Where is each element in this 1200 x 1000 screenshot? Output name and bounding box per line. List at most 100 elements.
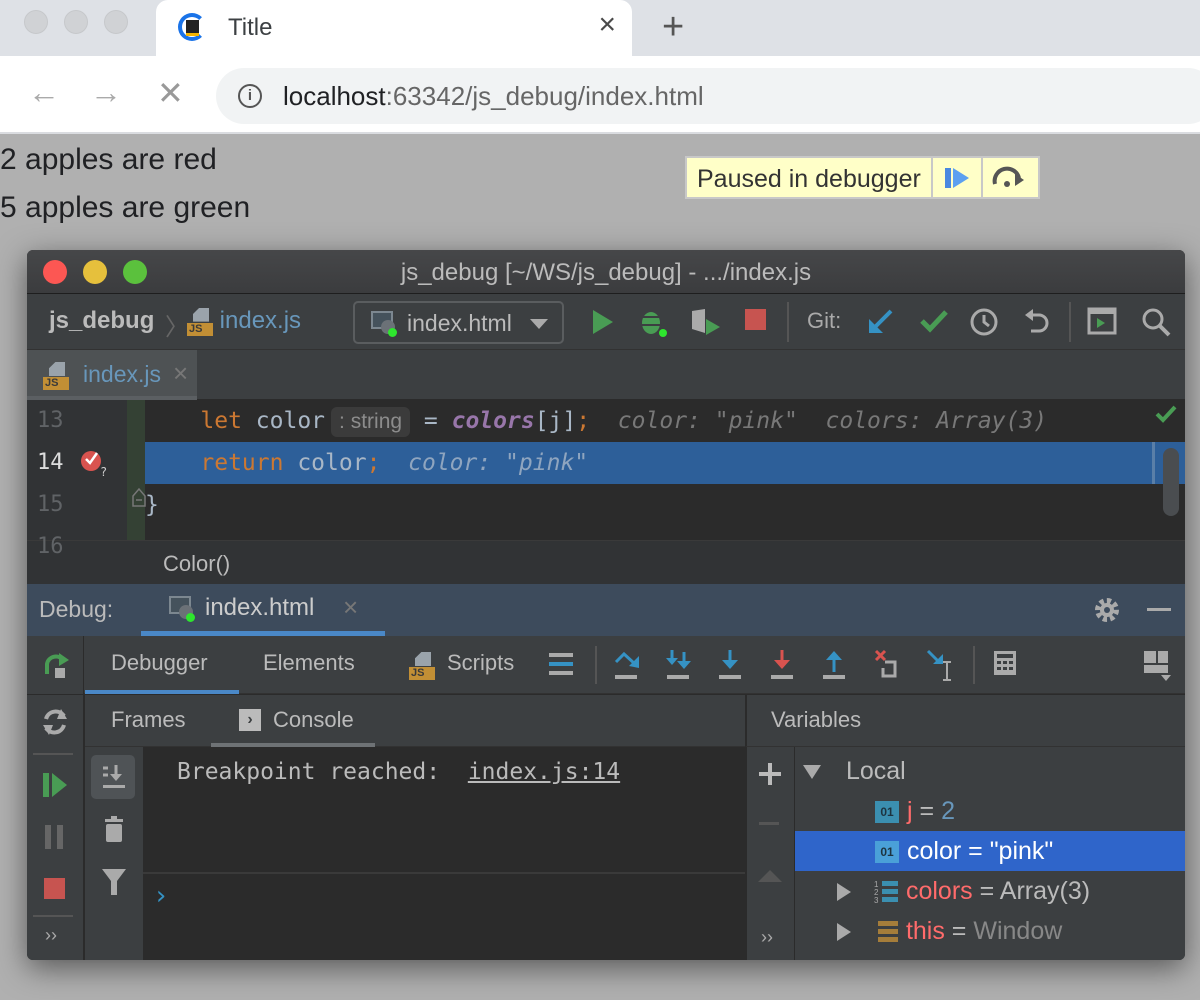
- restore-layout-icon[interactable]: [1143, 650, 1171, 682]
- step-over-icon[interactable]: [613, 648, 641, 682]
- variable-row[interactable]: this = Window: [795, 911, 1185, 951]
- stop-icon[interactable]: [745, 307, 767, 333]
- tab-scripts[interactable]: JS Scripts: [407, 636, 537, 694]
- editor-tab-close-icon[interactable]: ×: [173, 358, 188, 389]
- clear-all-trash-icon[interactable]: [103, 815, 125, 843]
- code-line[interactable]: 16: [37, 526, 1185, 568]
- more-actions-icon[interactable]: ››: [45, 925, 57, 946]
- resume-button[interactable]: [933, 158, 983, 197]
- code-line[interactable]: 15}: [37, 484, 1185, 526]
- run-to-cursor-icon[interactable]: [925, 648, 957, 682]
- breakpoint-icon[interactable]: ?: [79, 448, 109, 478]
- console-source-link[interactable]: index.js:14: [468, 759, 620, 785]
- tab-frames-label: Frames: [111, 707, 186, 732]
- console-icon: ›: [239, 709, 261, 731]
- git-commit-icon[interactable]: [919, 307, 949, 335]
- breadcrumb-file[interactable]: JS index.js: [187, 307, 301, 336]
- tab-debugger-label: Debugger: [111, 650, 208, 675]
- tab-close-icon[interactable]: ×: [598, 8, 616, 42]
- gear-icon[interactable]: [1093, 596, 1121, 624]
- editor-scrollbar[interactable]: [1163, 448, 1179, 516]
- code-editor[interactable]: 13 let color: string = colors[j]; color:…: [27, 400, 1185, 559]
- tab-elements[interactable]: Elements: [239, 636, 375, 694]
- stop-loading-button[interactable]: ✕: [157, 74, 184, 112]
- terminal-icon[interactable]: [1087, 307, 1117, 335]
- variable-row[interactable]: 01 j = 2: [795, 791, 1185, 831]
- code-line-execution-point[interactable]: 14 return color; color: "pink": [37, 442, 1185, 484]
- show-execution-point-icon[interactable]: [549, 652, 575, 676]
- js-file-icon: JS: [409, 652, 435, 680]
- line-number: 15: [37, 492, 64, 517]
- window-close-button[interactable]: [24, 10, 48, 34]
- filter-icon[interactable]: [101, 867, 127, 897]
- variable-row[interactable]: 1 2 3 colors = Array(3): [795, 871, 1185, 911]
- drop-frame-icon[interactable]: [873, 648, 903, 682]
- breadcrumb-project[interactable]: js_debug: [49, 307, 154, 335]
- variables-title: Variables: [771, 707, 862, 732]
- step-into-icon[interactable]: [665, 648, 693, 682]
- resume-program-icon[interactable]: [41, 771, 69, 799]
- scroll-to-end-button[interactable]: [91, 755, 135, 799]
- site-info-icon[interactable]: i: [238, 84, 262, 108]
- force-step-into-icon[interactable]: [769, 648, 797, 682]
- pause-program-icon[interactable]: [43, 823, 67, 851]
- browser-toolbar: ← → ✕ i localhost:63342/js_debug/index.h…: [0, 56, 1200, 134]
- scroll-to-end-icon: [103, 765, 125, 788]
- address-bar[interactable]: i localhost:63342/js_debug/index.html: [216, 68, 1200, 124]
- search-icon[interactable]: [1141, 307, 1171, 337]
- debugger-toolbar: Debugger Elements JS Scripts: [27, 636, 1185, 694]
- toolbar-separator: [33, 915, 73, 917]
- git-update-icon[interactable]: [867, 307, 895, 335]
- code-line[interactable]: 13 let color: string = colors[j]; color:…: [37, 400, 1185, 442]
- inspection-ok-icon[interactable]: [1155, 404, 1177, 424]
- run-configuration-select[interactable]: index.html: [353, 301, 564, 344]
- debug-bug-icon[interactable]: [637, 307, 669, 339]
- restart-icon[interactable]: [41, 707, 69, 737]
- console-output[interactable]: Breakpoint reached: index.js:14 ›: [143, 747, 745, 960]
- git-history-icon[interactable]: [969, 307, 999, 337]
- ide-window: js_debug [~/WS/js_debug] - .../index.js …: [27, 250, 1185, 960]
- variables-tree[interactable]: Local 01 j = 2 01 color = "pink" 1 2 3 colors…: [795, 747, 1185, 960]
- evaluate-expression-icon[interactable]: [993, 650, 1019, 678]
- minimize-icon[interactable]: [1147, 608, 1171, 611]
- variable-row-selected[interactable]: 01 color = "pink": [795, 831, 1185, 871]
- variables-scope-local[interactable]: Local: [795, 751, 1185, 791]
- debug-session-label: index.html: [205, 594, 315, 621]
- expand-triangle-icon[interactable]: [803, 765, 821, 780]
- forward-button[interactable]: →: [90, 74, 122, 111]
- back-button[interactable]: ←: [28, 74, 60, 111]
- git-rollback-icon[interactable]: [1023, 307, 1051, 337]
- add-watch-icon[interactable]: [759, 763, 781, 785]
- move-up-icon[interactable]: [757, 869, 783, 883]
- remove-watch-icon[interactable]: [759, 822, 779, 825]
- run-icon[interactable]: [589, 307, 615, 337]
- tab-debugger[interactable]: Debugger: [85, 636, 239, 694]
- url-text[interactable]: localhost:63342/js_debug/index.html: [283, 81, 704, 112]
- step-into-my-code-icon[interactable]: [717, 648, 745, 682]
- step-over-button[interactable]: [983, 158, 1033, 197]
- tab-console[interactable]: › Console: [211, 695, 375, 747]
- editor-tab-index-js[interactable]: JS index.js ×: [27, 350, 197, 400]
- expand-triangle-icon[interactable]: [837, 883, 851, 902]
- expand-triangle-icon[interactable]: [837, 923, 851, 942]
- tab-frames[interactable]: Frames: [85, 695, 211, 747]
- console-message: Breakpoint reached: index.js:14: [177, 759, 620, 785]
- run-with-coverage-icon[interactable]: [689, 307, 723, 339]
- tab-scripts-label: Scripts: [447, 650, 515, 675]
- stop-icon[interactable]: [43, 877, 67, 901]
- debug-session-tab[interactable]: index.html ×: [141, 584, 385, 636]
- fold-marker-icon[interactable]: [131, 486, 147, 510]
- code-identifier: color: [241, 408, 326, 434]
- scroll-marker: [1152, 442, 1155, 484]
- ide-window-title: js_debug [~/WS/js_debug] - .../index.js: [400, 259, 812, 286]
- array-icon: 123: [874, 880, 898, 905]
- debug-session-close-icon[interactable]: ×: [343, 592, 358, 623]
- browser-tab[interactable]: Title ×: [156, 0, 632, 56]
- more-actions-icon[interactable]: ››: [761, 927, 773, 948]
- new-tab-button[interactable]: +: [662, 6, 684, 49]
- window-minimize-button[interactable]: [64, 10, 88, 34]
- console-prompt[interactable]: ›: [153, 881, 169, 911]
- rerun-icon[interactable]: [41, 650, 71, 680]
- window-zoom-button[interactable]: [104, 10, 128, 34]
- step-out-icon[interactable]: [821, 648, 849, 682]
